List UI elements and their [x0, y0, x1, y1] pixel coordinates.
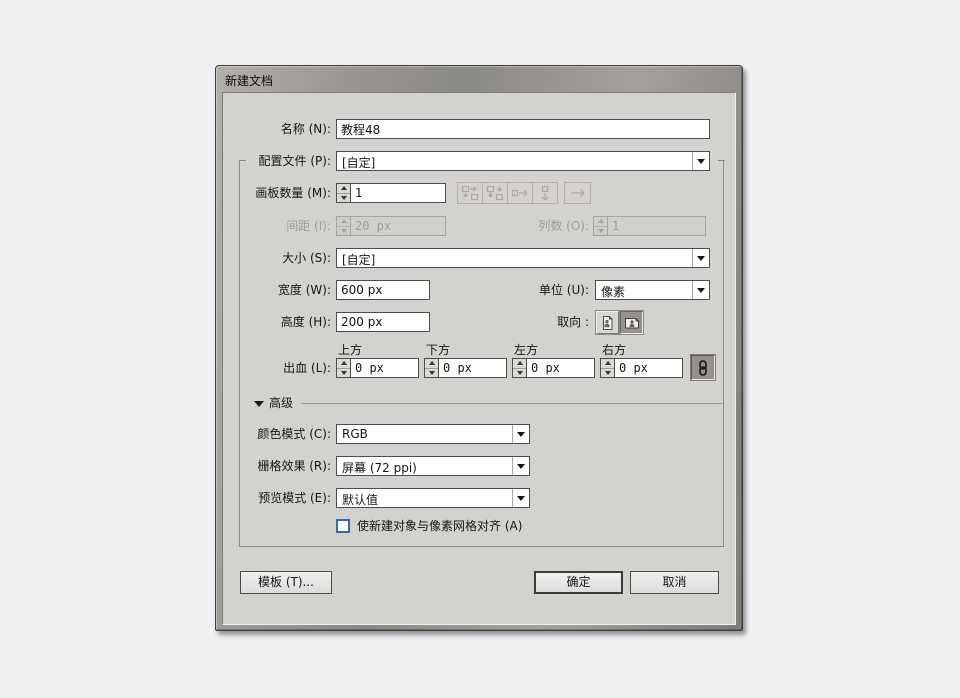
color-mode-value: RGB: [342, 427, 509, 441]
grid-by-column-button: [482, 182, 508, 204]
arrange-by-column-icon: [536, 185, 554, 201]
artboards-value: 1: [351, 184, 445, 202]
columns-value: 1: [608, 217, 705, 235]
pixel-grid-checkbox[interactable]: [336, 519, 350, 533]
link-chain-icon: [695, 359, 711, 377]
units-value: 像素: [601, 283, 689, 300]
spinner-arrows-icon[interactable]: [337, 184, 351, 202]
preview-mode-value: 默认值: [342, 491, 509, 508]
dialog-title: 新建文档: [225, 72, 273, 89]
raster-effects-dropdown[interactable]: 屏幕 (72 ppi): [336, 456, 530, 476]
width-label: 宽度 (W):: [223, 280, 331, 300]
spacing-label: 间距 (I):: [223, 216, 331, 236]
bleed-left-value: 0 px: [527, 359, 594, 377]
orientation-label: 取向 :: [489, 312, 589, 332]
name-label: 名称 (N):: [223, 119, 331, 139]
name-input[interactable]: [336, 119, 710, 139]
preview-mode-label: 预览模式 (E):: [223, 488, 331, 508]
change-layout-direction-icon: [569, 185, 587, 201]
color-mode-dropdown[interactable]: RGB: [336, 424, 530, 444]
bleed-left-stepper[interactable]: 0 px: [512, 358, 595, 378]
new-document-dialog: 新建文档 名称 (N): 配置文件 (P): [自定] 画板数量 (M): 1: [215, 65, 743, 631]
chevron-down-icon: [512, 425, 529, 443]
spinner-arrows-icon[interactable]: [425, 359, 439, 377]
columns-label: 列数 (O):: [489, 216, 589, 236]
size-value: [自定]: [342, 251, 689, 268]
bleed-right-stepper[interactable]: 0 px: [600, 358, 683, 378]
bleed-bottom-value: 0 px: [439, 359, 506, 377]
ok-button[interactable]: 确定: [534, 571, 623, 594]
orientation-landscape-button[interactable]: [620, 311, 643, 334]
arrange-by-column-button: [532, 182, 558, 204]
bleed-label: 出血 (L):: [223, 358, 331, 378]
bleed-left-label: 左方: [514, 343, 538, 357]
landscape-icon: [624, 315, 640, 330]
profile-value: [自定]: [342, 154, 689, 171]
bleed-top-stepper[interactable]: 0 px: [336, 358, 419, 378]
spacing-value: 20 px: [351, 217, 445, 235]
spinner-arrows-icon[interactable]: [337, 359, 351, 377]
chevron-down-icon: [512, 457, 529, 475]
spinner-arrows-icon: [337, 217, 351, 235]
advanced-divider: [301, 403, 724, 404]
raster-effects-label: 栅格效果 (R):: [223, 456, 331, 476]
grid-by-row-icon: [461, 185, 479, 201]
size-dropdown[interactable]: [自定]: [336, 248, 710, 268]
bracket-tick-right: [718, 160, 725, 161]
profile-dropdown[interactable]: [自定]: [336, 151, 710, 171]
color-mode-label: 颜色模式 (C):: [223, 424, 331, 444]
portrait-icon: [600, 315, 615, 331]
dialog-titlebar[interactable]: 新建文档: [216, 66, 742, 92]
arrange-by-row-icon: [511, 185, 529, 201]
bleed-bottom-stepper[interactable]: 0 px: [424, 358, 507, 378]
chevron-down-icon: [692, 249, 709, 267]
profile-label: 配置文件 (P):: [223, 151, 331, 171]
spinner-arrows-icon[interactable]: [601, 359, 615, 377]
template-button[interactable]: 模板 (T)...: [240, 571, 332, 594]
change-layout-direction-button: [564, 182, 591, 204]
bleed-top-label: 上方: [338, 343, 362, 357]
pixel-grid-label: 使新建对象与像素网格对齐 (A): [357, 518, 522, 534]
bleed-bottom-label: 下方: [426, 343, 450, 357]
bleed-top-value: 0 px: [351, 359, 418, 377]
chevron-down-icon: [692, 281, 709, 299]
arrange-by-row-button: [507, 182, 533, 204]
artboards-label: 画板数量 (M):: [223, 183, 331, 203]
units-dropdown[interactable]: 像素: [595, 280, 710, 300]
columns-stepper: 1: [593, 216, 706, 236]
width-input[interactable]: [336, 280, 430, 300]
dialog-body: 名称 (N): 配置文件 (P): [自定] 画板数量 (M): 1: [222, 92, 736, 625]
bleed-right-label: 右方: [602, 343, 626, 357]
spinner-arrows-icon: [594, 217, 608, 235]
orientation-portrait-button[interactable]: [596, 311, 619, 334]
units-label: 单位 (U):: [489, 280, 589, 300]
height-label: 高度 (H):: [223, 312, 331, 332]
bleed-link-button[interactable]: [691, 355, 715, 380]
grid-by-row-button: [457, 182, 483, 204]
advanced-section-label[interactable]: 高级: [269, 396, 293, 410]
spacing-stepper: 20 px: [336, 216, 446, 236]
chevron-down-icon: [512, 489, 529, 507]
advanced-collapse-icon[interactable]: [254, 401, 264, 407]
cancel-button[interactable]: 取消: [630, 571, 719, 594]
bleed-right-value: 0 px: [615, 359, 682, 377]
grid-by-column-icon: [486, 185, 504, 201]
raster-effects-value: 屏幕 (72 ppi): [342, 459, 509, 476]
spinner-arrows-icon[interactable]: [513, 359, 527, 377]
size-label: 大小 (S):: [223, 248, 331, 268]
preview-mode-dropdown[interactable]: 默认值: [336, 488, 530, 508]
artboards-stepper[interactable]: 1: [336, 183, 446, 203]
chevron-down-icon: [692, 152, 709, 170]
height-input[interactable]: [336, 312, 430, 332]
